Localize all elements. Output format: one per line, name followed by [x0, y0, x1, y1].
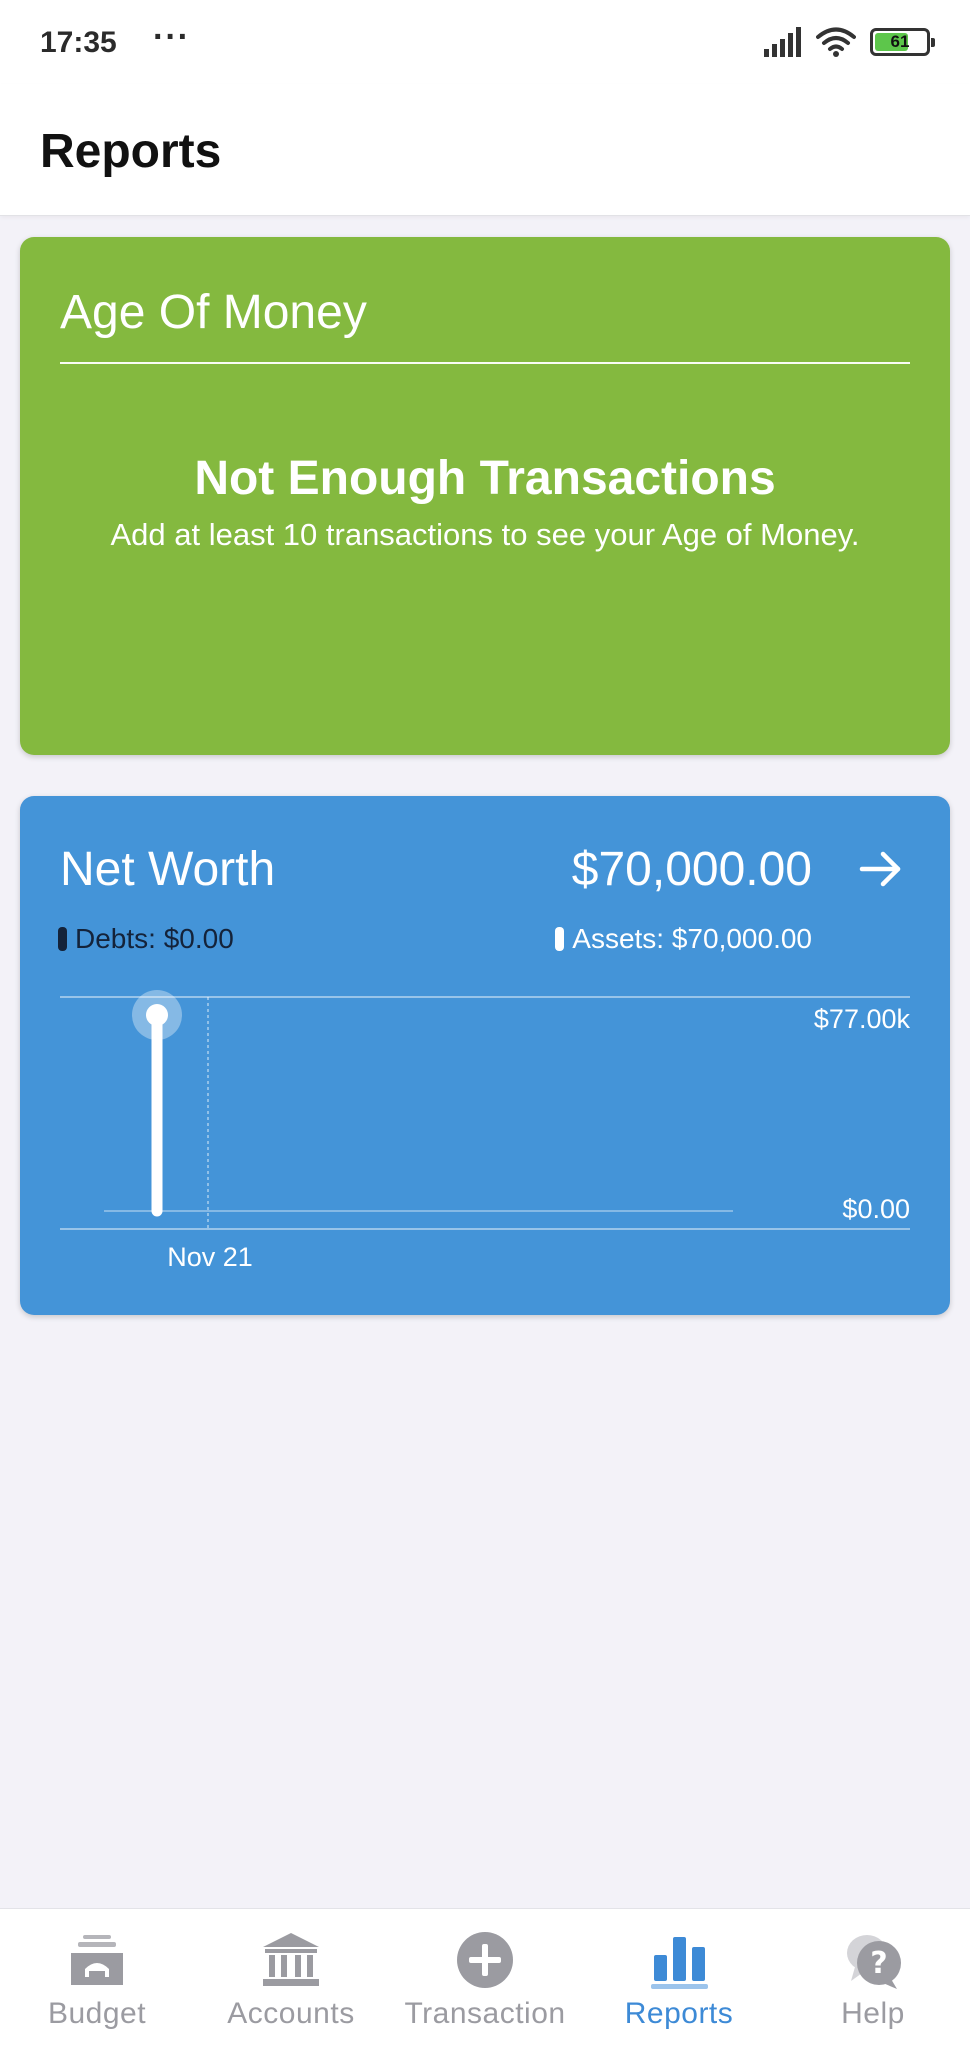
- arrow-right-icon[interactable]: [856, 844, 906, 894]
- notification-dots: ···: [153, 18, 190, 56]
- y-tick-top: $77.00k: [814, 1004, 911, 1034]
- nav-label-budget: Budget: [47, 1997, 147, 2030]
- nav-reports[interactable]: Reports: [582, 1909, 776, 2048]
- bank-icon: [263, 1933, 319, 1986]
- legend-debts: Debts: $0.00: [58, 922, 234, 956]
- empty-state-title: Not Enough Transactions: [194, 452, 776, 505]
- app-header: Reports: [0, 84, 970, 216]
- nav-budget[interactable]: Budget: [0, 1909, 194, 2048]
- wifi-icon: [816, 27, 856, 57]
- svg-text:?: ?: [870, 1946, 887, 1981]
- age-of-money-card[interactable]: Age Of Money Not Enough Transactions Add…: [20, 237, 950, 755]
- status-time: 17:35: [40, 26, 117, 59]
- battery-icon: 61: [870, 28, 935, 56]
- assets-label: Assets: $70,000.00: [572, 923, 812, 954]
- x-tick-label: Nov 21: [167, 1242, 253, 1272]
- battery-percent: 61: [890, 32, 910, 51]
- nav-label-transaction: Transaction: [404, 1997, 566, 2030]
- plus-circle-icon: [457, 1932, 513, 1988]
- legend-assets: Assets: $70,000.00: [555, 922, 812, 956]
- bar-chart-icon: [651, 1937, 708, 1989]
- nav-transaction[interactable]: Transaction: [388, 1909, 582, 2048]
- debts-label: Debts: $0.00: [75, 923, 234, 954]
- bottom-nav: Budget Accounts Transaction Reports ? He…: [0, 1908, 970, 2048]
- nav-help[interactable]: ? Help: [776, 1909, 970, 2048]
- nav-label-help: Help: [841, 1997, 905, 2030]
- divider: [60, 362, 910, 364]
- assets-swatch: [555, 927, 565, 951]
- y-tick-bottom: $0.00: [842, 1194, 910, 1224]
- nav-accounts[interactable]: Accounts: [194, 1909, 388, 2048]
- signal-icon: [764, 27, 801, 57]
- net-worth-card[interactable]: $77.00k $0.00 Nov 21 Net Worth $70,000.0…: [20, 796, 950, 1315]
- page-title: Reports: [40, 125, 222, 178]
- chart-point[interactable]: [146, 1004, 168, 1026]
- help-bubble-icon: ?: [847, 1935, 901, 1989]
- empty-state-text: Add at least 10 transactions to see your…: [110, 517, 860, 552]
- net-worth-value: $70,000.00: [571, 843, 812, 896]
- budget-icon: [71, 1935, 123, 1985]
- status-bar: 17:35 ··· 61: [0, 0, 970, 84]
- age-of-money-title: Age Of Money: [60, 286, 367, 339]
- nav-label-reports: Reports: [624, 1997, 734, 2030]
- debts-swatch: [58, 927, 67, 951]
- status-icons: 61: [764, 24, 935, 60]
- net-worth-title: Net Worth: [60, 843, 276, 896]
- nav-label-accounts: Accounts: [227, 1997, 355, 2030]
